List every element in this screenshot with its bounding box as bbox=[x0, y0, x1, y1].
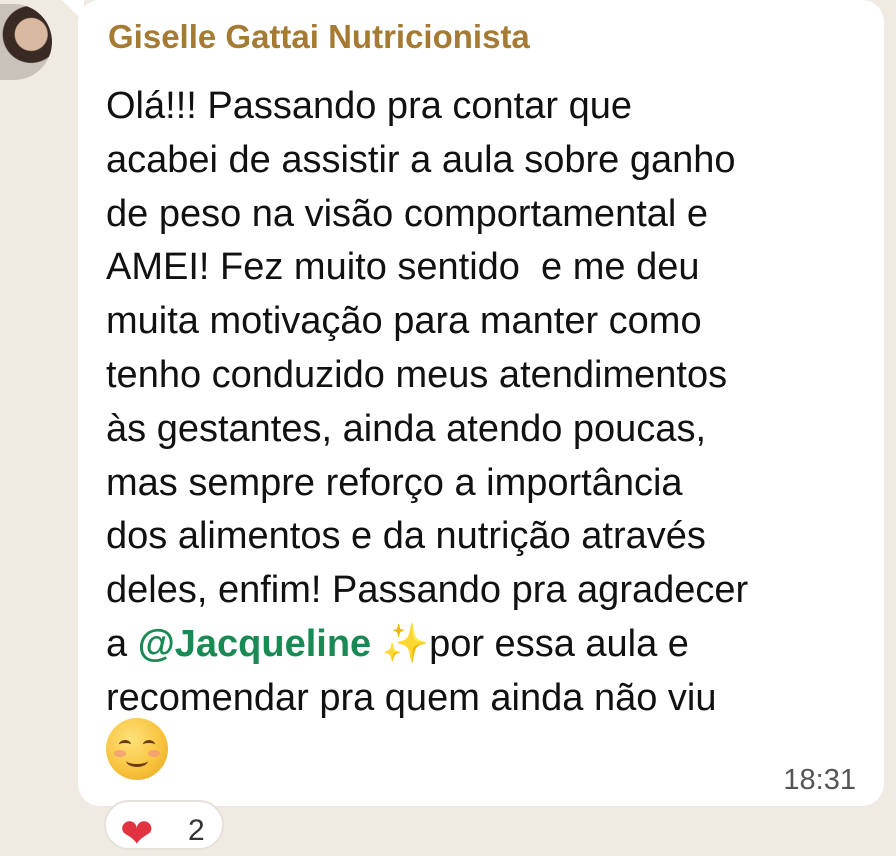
sender-name[interactable]: Giselle Gattai Nutricionista bbox=[108, 20, 530, 53]
message-line: Olá!!! Passando pra contar que bbox=[106, 85, 632, 127]
message-line: AMEI! Fez muito sentido e me deu bbox=[106, 246, 700, 289]
smiling-face-icon bbox=[106, 718, 168, 780]
message-line: acabei de assistir a aula sobre ganho bbox=[106, 138, 736, 181]
reaction-count: 2 bbox=[188, 814, 205, 847]
mention-link[interactable]: @Jacqueline bbox=[138, 623, 371, 665]
reaction-badge[interactable]: ❤ 2 bbox=[104, 800, 224, 854]
message-line: recomendar pra quem ainda não viu bbox=[106, 676, 717, 719]
line-prefix: a bbox=[106, 622, 138, 665]
message-bubble[interactable]: Giselle Gattai Nutricionista Olá!!! Pass… bbox=[78, 0, 884, 806]
message-line: mas sempre reforço a importância bbox=[106, 461, 683, 504]
smiling-face-emoji bbox=[106, 718, 170, 782]
message-line: de peso na visão comportamental e bbox=[106, 192, 709, 235]
message-line-mention: a @Jacqueline ✨por essa aula e bbox=[106, 618, 866, 672]
message-line: muita motivação para manter como bbox=[106, 300, 702, 343]
message-line: tenho conduzido meus atendimentos bbox=[106, 353, 728, 396]
sender-avatar[interactable] bbox=[0, 4, 52, 80]
message-line: às gestantes, ainda atendo poucas, bbox=[106, 407, 707, 450]
message-line: deles, enfim! Passando pra agradecer bbox=[106, 569, 749, 612]
message-text: Olá!!! Passando pra contar que acabei de… bbox=[106, 80, 866, 726]
line-suffix: por essa aula e bbox=[429, 622, 689, 665]
sparkles-icon: ✨ bbox=[381, 622, 430, 665]
heart-icon: ❤ bbox=[120, 812, 154, 856]
message-timestamp: 18:31 bbox=[783, 764, 856, 796]
message-line: dos alimentos e da nutrição através bbox=[106, 515, 706, 558]
